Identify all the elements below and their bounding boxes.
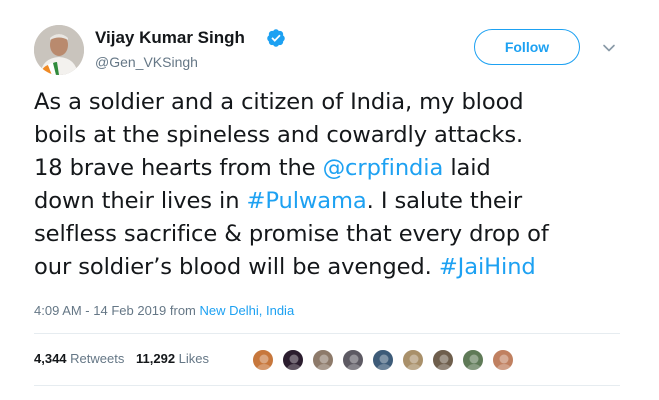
tweet-text-segment: down their lives in [34, 188, 247, 214]
tweet-line: down their lives in #Pulwama. I salute t… [34, 185, 634, 218]
likes-stat[interactable]: 11,292 Likes [136, 351, 209, 366]
liker-avatar-6[interactable] [402, 349, 424, 371]
tweet-text-segment: As a soldier and a citizen of India, my … [34, 89, 524, 115]
tweet-line: 18 brave hearts from the @crpfindia laid [34, 152, 634, 185]
liker-avatar-8[interactable] [462, 349, 484, 371]
liker-avatar-3[interactable] [312, 349, 334, 371]
tweet-stats: 4,344 Retweets 11,292 Likes [34, 351, 217, 366]
retweets-count: 4,344 [34, 351, 67, 366]
liker-avatar-4[interactable] [342, 349, 364, 371]
liker-avatar-9[interactable] [492, 349, 514, 371]
hashtag-link[interactable]: #Pulwama [247, 188, 367, 214]
tweet-line: selfless sacrifice & promise that every … [34, 218, 634, 251]
avatar[interactable] [34, 25, 84, 75]
verified-badge-icon [267, 29, 285, 47]
retweets-stat[interactable]: 4,344 Retweets [34, 351, 124, 366]
tweet-timestamp[interactable]: 4:09 AM - 14 Feb 2019 [34, 303, 166, 318]
tweet-text-segment: laid [443, 155, 491, 181]
tweet-text-segment: 18 brave hearts from the [34, 155, 323, 181]
retweets-label: Retweets [70, 351, 125, 366]
tweet-line: our soldier’s blood will be avenged. #Ja… [34, 251, 634, 284]
follow-button[interactable]: Follow [474, 29, 580, 65]
divider [34, 333, 620, 334]
liker-avatar-1[interactable] [252, 349, 274, 371]
tweet-line: boils at the spineless and cowardly atta… [34, 119, 634, 152]
mention-link[interactable]: @crpfindia [323, 155, 444, 181]
from-label: from [169, 303, 196, 318]
tweet-card: Vijay Kumar Singh @Gen_VKSingh Follow As… [0, 0, 659, 400]
tweet-line: As a soldier and a citizen of India, my … [34, 86, 634, 119]
liker-avatar-7[interactable] [432, 349, 454, 371]
tweet-text-segment: our soldier’s blood will be avenged. [34, 254, 439, 280]
tweet-text-segment: boils at the spineless and cowardly atta… [34, 122, 524, 148]
liker-avatar-2[interactable] [282, 349, 304, 371]
divider [34, 385, 620, 386]
author-handle[interactable]: @Gen_VKSingh [95, 54, 198, 70]
tweet-location[interactable]: New Delhi, India [200, 303, 295, 318]
tweet-text-segment: . I salute their [366, 188, 523, 214]
liker-avatar-5[interactable] [372, 349, 394, 371]
hashtag-link[interactable]: #JaiHind [439, 254, 536, 280]
likes-count: 11,292 [136, 351, 176, 366]
likes-label: Likes [178, 351, 210, 366]
chevron-down-icon[interactable] [602, 41, 616, 55]
tweet-text: As a soldier and a citizen of India, my … [34, 86, 634, 284]
tweet-meta: 4:09 AM - 14 Feb 2019 from New Delhi, In… [34, 303, 294, 318]
author-name[interactable]: Vijay Kumar Singh [95, 28, 245, 48]
profile-photo-icon [34, 25, 84, 75]
tweet-text-segment: selfless sacrifice & promise that every … [34, 221, 549, 247]
